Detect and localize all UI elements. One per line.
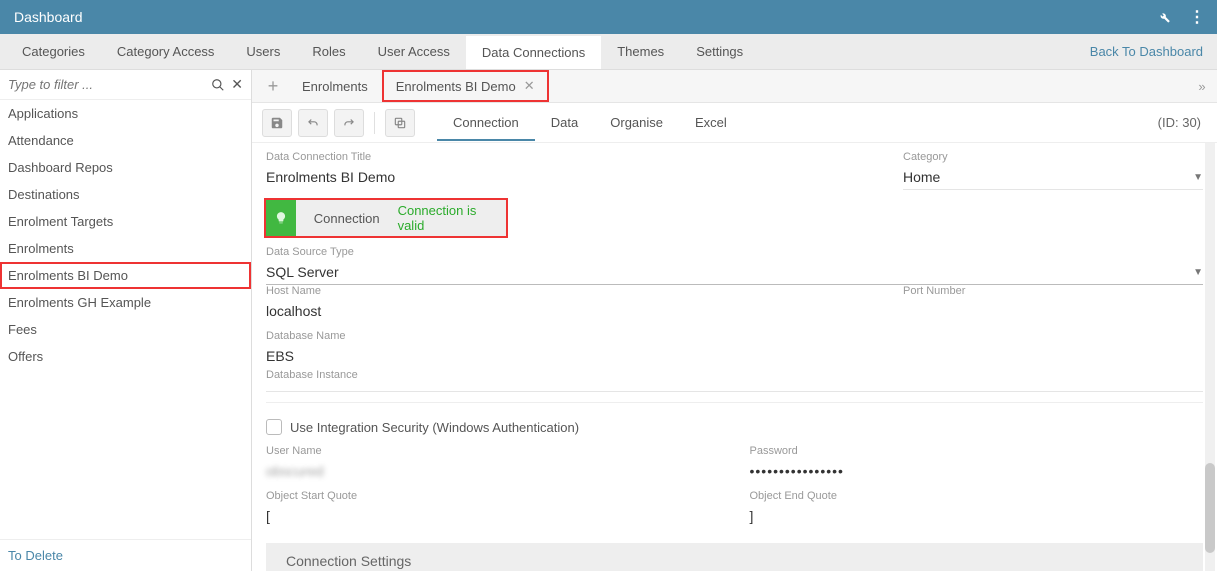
nav-data-connections[interactable]: Data Connections	[466, 34, 601, 69]
save-button[interactable]	[262, 109, 292, 137]
sidebar: ✕ Applications Attendance Dashboard Repo…	[0, 70, 252, 571]
app-header: Dashboard ⋮	[0, 0, 1217, 34]
user-label: User Name	[266, 445, 720, 457]
integration-security-row: Use Integration Security (Windows Authen…	[266, 413, 1203, 437]
dbinst-input[interactable]	[266, 383, 1203, 392]
oeq-label: Object End Quote	[750, 490, 1204, 502]
sidebar-list: Applications Attendance Dashboard Repos …	[0, 100, 251, 539]
tab-label: Enrolments BI Demo	[396, 79, 516, 94]
copy-button[interactable]	[385, 109, 415, 137]
dst-value: SQL Server	[266, 264, 339, 280]
dst-label: Data Source Type	[266, 246, 1203, 258]
sidebar-item[interactable]: Destinations	[0, 181, 251, 208]
sidebar-item[interactable]: Dashboard Repos	[0, 154, 251, 181]
nav-roles[interactable]: Roles	[296, 34, 361, 69]
sidebar-item[interactable]: Enrolments GH Example	[0, 289, 251, 316]
header-icons: ⋮	[1157, 7, 1203, 27]
port-label: Port Number	[903, 285, 1203, 297]
host-input[interactable]: localhost	[266, 299, 873, 324]
subtabs: Connection Data Organise Excel	[437, 105, 743, 141]
close-tab-icon[interactable]: ✕	[524, 78, 535, 94]
main-nav: Categories Category Access Users Roles U…	[0, 34, 1217, 70]
nav-users[interactable]: Users	[230, 34, 296, 69]
wrench-icon[interactable]	[1157, 10, 1171, 24]
title-label: Data Connection Title	[266, 151, 873, 163]
sidebar-item[interactable]: Fees	[0, 316, 251, 343]
subtab-organise[interactable]: Organise	[594, 105, 679, 141]
connection-header: Connection	[296, 211, 398, 226]
subtab-excel[interactable]: Excel	[679, 105, 743, 141]
nav-user-access[interactable]: User Access	[362, 34, 466, 69]
toolbar-separator	[374, 112, 375, 134]
sidebar-item[interactable]: Enrolment Targets	[0, 208, 251, 235]
form-content: Data Connection Title Enrolments BI Demo…	[252, 143, 1217, 571]
user-input[interactable]: obscured	[266, 459, 720, 484]
subtab-connection[interactable]: Connection	[437, 105, 535, 141]
scrollbar[interactable]	[1205, 143, 1215, 571]
chevron-down-icon: ▼	[1193, 267, 1203, 278]
dbinst-label: Database Instance	[266, 369, 1203, 381]
redo-button[interactable]	[334, 109, 364, 137]
tab-enrolments[interactable]: Enrolments	[288, 70, 382, 102]
main-panel: + Enrolments Enrolments BI Demo ✕ »	[252, 70, 1217, 571]
subtab-data[interactable]: Data	[535, 105, 594, 141]
oeq-input[interactable]: ]	[750, 504, 1204, 529]
port-input[interactable]	[903, 299, 1203, 308]
back-to-dashboard[interactable]: Back To Dashboard	[1090, 34, 1217, 69]
scroll-thumb[interactable]	[1205, 463, 1215, 553]
undo-button[interactable]	[298, 109, 328, 137]
tab-label: Enrolments	[302, 79, 368, 94]
pass-label: Password	[750, 445, 1204, 457]
sidebar-item-selected[interactable]: Enrolments BI Demo	[0, 262, 251, 289]
nav-settings[interactable]: Settings	[680, 34, 759, 69]
connection-status: Connection is valid	[398, 203, 506, 233]
pass-input[interactable]: ••••••••••••••••	[750, 459, 1204, 484]
expand-tabs-icon[interactable]: »	[1187, 70, 1217, 102]
chevron-down-icon: ▼	[1193, 172, 1203, 183]
sidebar-item[interactable]: Applications	[0, 100, 251, 127]
integration-label: Use Integration Security (Windows Authen…	[290, 420, 579, 435]
tab-enrolments-bi-demo[interactable]: Enrolments BI Demo ✕	[382, 70, 549, 102]
divider	[266, 402, 1203, 403]
title-input[interactable]: Enrolments BI Demo	[266, 165, 873, 190]
menu-icon[interactable]: ⋮	[1189, 7, 1203, 27]
category-label: Category	[903, 151, 1203, 163]
osq-input[interactable]: [	[266, 504, 720, 529]
section-connection-settings: Connection Settings	[266, 543, 1203, 571]
filter-row: ✕	[0, 70, 251, 100]
category-select[interactable]: Home ▼	[903, 165, 1203, 190]
nav-themes[interactable]: Themes	[601, 34, 680, 69]
clear-filter-icon[interactable]: ✕	[231, 76, 243, 93]
sidebar-item[interactable]: Attendance	[0, 127, 251, 154]
connection-status-bar: Connection Connection is valid	[266, 200, 506, 236]
host-label: Host Name	[266, 285, 873, 297]
db-label: Database Name	[266, 330, 1203, 342]
sidebar-item[interactable]: Enrolments	[0, 235, 251, 262]
search-icon[interactable]	[211, 78, 225, 92]
db-input[interactable]: EBS	[266, 344, 1203, 369]
dst-select[interactable]: SQL Server ▼	[266, 260, 1203, 285]
nav-categories[interactable]: Categories	[6, 34, 101, 69]
lightbulb-icon	[266, 200, 296, 236]
nav-category-access[interactable]: Category Access	[101, 34, 231, 69]
sidebar-item[interactable]: Offers	[0, 343, 251, 370]
header-title: Dashboard	[14, 9, 83, 25]
tabs-row: + Enrolments Enrolments BI Demo ✕ »	[252, 70, 1217, 103]
record-id: (ID: 30)	[1158, 115, 1207, 130]
toolbar: Connection Data Organise Excel (ID: 30)	[252, 103, 1217, 143]
osq-label: Object Start Quote	[266, 490, 720, 502]
to-delete[interactable]: To Delete	[0, 539, 251, 571]
category-value: Home	[903, 169, 940, 185]
filter-input[interactable]	[8, 77, 205, 92]
add-tab-icon[interactable]: +	[258, 70, 288, 102]
integration-checkbox[interactable]	[266, 419, 282, 435]
